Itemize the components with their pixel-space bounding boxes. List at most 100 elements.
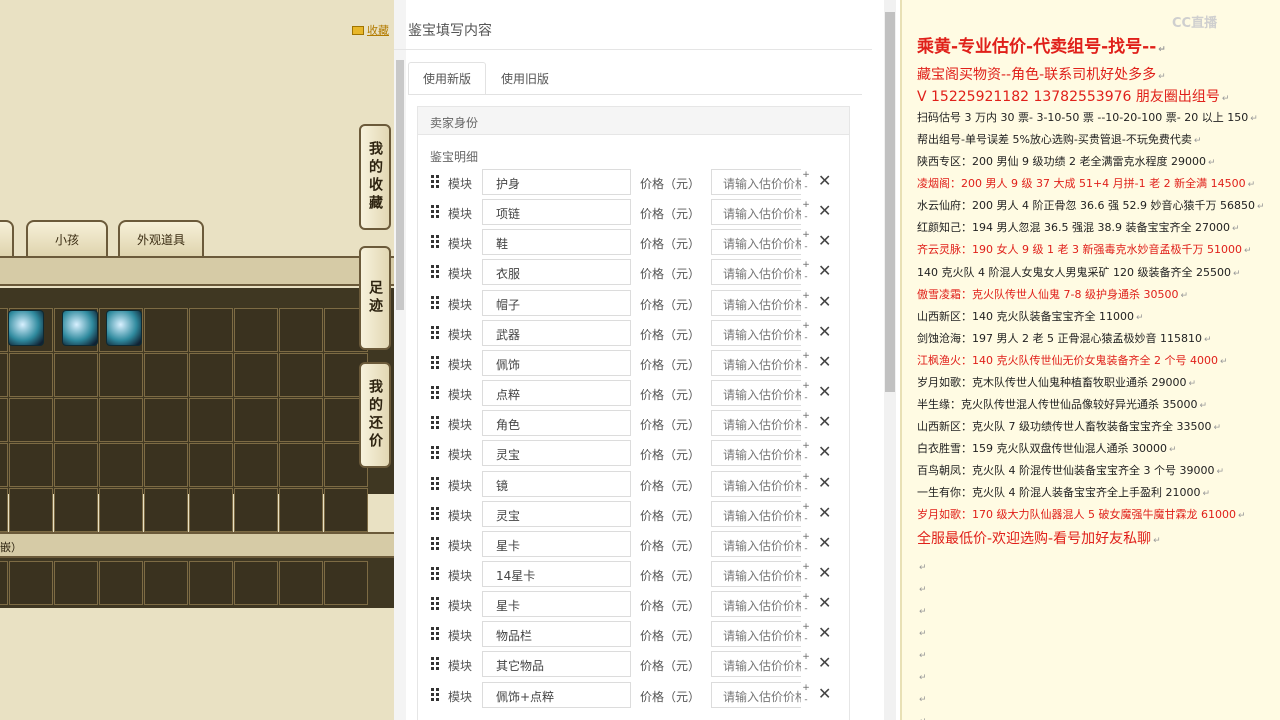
form-scrollbar[interactable] [884, 0, 896, 720]
price-input[interactable]: 请输入估价价格 [711, 440, 811, 467]
inventory-slot[interactable] [234, 398, 278, 442]
gem-slot[interactable] [279, 561, 323, 605]
drag-handle-icon[interactable] [431, 566, 441, 581]
inventory-slot[interactable] [54, 398, 98, 442]
close-icon[interactable]: ✕ [818, 653, 831, 673]
price-stepper[interactable]: + - [801, 681, 811, 708]
inventory-slot[interactable] [144, 443, 188, 487]
module-name-field[interactable]: 项链 [482, 199, 631, 226]
inventory-slot[interactable] [279, 398, 323, 442]
inventory-slot[interactable] [279, 308, 323, 352]
close-icon[interactable]: ✕ [818, 171, 831, 191]
inventory-slot[interactable] [234, 308, 278, 352]
inventory-slot[interactable] [144, 308, 188, 352]
gem-slot[interactable] [54, 561, 98, 605]
price-input[interactable]: 请输入估价价格 [711, 289, 811, 316]
crystal-item-icon[interactable] [62, 310, 98, 346]
inventory-slot[interactable] [324, 488, 368, 532]
price-stepper[interactable]: + - [801, 591, 811, 618]
inventory-slot[interactable] [279, 488, 323, 532]
price-stepper[interactable]: + - [801, 410, 811, 437]
drag-handle-icon[interactable] [431, 536, 441, 551]
price-stepper[interactable]: + - [801, 199, 811, 226]
inventory-slot[interactable] [144, 488, 188, 532]
price-input[interactable]: 请输入估价价格 [711, 681, 811, 708]
drag-handle-icon[interactable] [431, 355, 441, 370]
module-name-field[interactable]: 鞋 [482, 229, 631, 256]
inventory-slot[interactable] [189, 488, 233, 532]
module-name-field[interactable]: 护身 [482, 169, 631, 195]
inventory-slot[interactable] [9, 353, 53, 397]
price-stepper[interactable]: + - [801, 289, 811, 316]
game-tab-partial[interactable] [0, 220, 14, 256]
close-icon[interactable]: ✕ [818, 231, 831, 251]
drag-handle-icon[interactable] [431, 597, 441, 611]
price-input[interactable]: 请输入估价价格 [711, 229, 811, 256]
side-tab-my-favorites[interactable]: 我的收藏 [359, 124, 391, 230]
price-stepper[interactable]: + - [801, 500, 811, 527]
price-input[interactable]: 请输入估价价格 [711, 319, 811, 346]
inventory-slot[interactable] [234, 443, 278, 487]
inventory-slot[interactable] [279, 443, 323, 487]
drag-handle-icon[interactable] [431, 205, 441, 219]
price-input[interactable]: 请输入估价价格 [711, 380, 811, 407]
price-input[interactable]: 请输入估价价格 [711, 199, 811, 226]
price-input[interactable]: 请输入估价价格 [711, 259, 811, 286]
module-name-field[interactable]: 灵宝 [482, 500, 631, 527]
price-input[interactable]: 请输入估价价格 [711, 500, 811, 527]
module-name-field[interactable]: 星卡 [482, 530, 631, 557]
close-icon[interactable]: ✕ [818, 473, 831, 493]
price-input[interactable]: 请输入估价价格 [711, 591, 811, 618]
drag-handle-icon[interactable] [431, 325, 441, 340]
close-icon[interactable]: ✕ [818, 292, 831, 312]
drag-handle-icon[interactable] [431, 506, 441, 521]
inventory-slot[interactable] [99, 398, 143, 442]
close-icon[interactable]: ✕ [818, 563, 831, 583]
close-icon[interactable]: ✕ [818, 352, 831, 372]
price-stepper[interactable]: + - [801, 169, 811, 195]
inventory-slot[interactable] [0, 308, 8, 352]
close-icon[interactable]: ✕ [818, 684, 831, 704]
left-scrollbar-thumb[interactable] [396, 60, 404, 310]
tab-old-version[interactable]: 使用旧版 [486, 62, 564, 95]
inventory-slot[interactable] [9, 488, 53, 532]
gem-slot[interactable] [9, 561, 53, 605]
drag-handle-icon[interactable] [431, 687, 441, 702]
module-name-field[interactable]: 镜 [482, 470, 631, 497]
inventory-slot[interactable] [234, 488, 278, 532]
drag-handle-icon[interactable] [431, 446, 441, 460]
inventory-slot[interactable] [99, 443, 143, 487]
price-input[interactable]: 请输入估价价格 [711, 560, 811, 587]
module-name-field[interactable]: 衣服 [482, 259, 631, 286]
inventory-slot[interactable] [99, 353, 143, 397]
side-tab-footprint[interactable]: 足迹 [359, 246, 391, 350]
close-icon[interactable]: ✕ [818, 261, 831, 281]
gem-slot[interactable] [189, 561, 233, 605]
price-stepper[interactable]: + - [801, 349, 811, 376]
game-tab-appearance[interactable]: 外观道具 [118, 220, 204, 256]
module-name-field[interactable]: 帽子 [482, 289, 631, 316]
side-tab-my-counteroffer[interactable]: 我的还价 [359, 362, 391, 468]
gem-slot[interactable] [234, 561, 278, 605]
module-name-field[interactable]: 其它物品 [482, 651, 631, 678]
price-input[interactable]: 请输入估价价格 [711, 530, 811, 557]
price-input[interactable]: 请输入估价价格 [711, 621, 811, 648]
price-input[interactable]: 请输入估价价格 [711, 349, 811, 376]
inventory-slot[interactable] [189, 443, 233, 487]
close-icon[interactable]: ✕ [818, 382, 831, 402]
inventory-slot[interactable] [54, 443, 98, 487]
tab-new-version[interactable]: 使用新版 [408, 62, 487, 95]
price-stepper[interactable]: + - [801, 560, 811, 587]
inventory-slot[interactable] [234, 353, 278, 397]
module-name-field[interactable]: 佩饰+点粹 [482, 681, 631, 708]
close-icon[interactable]: ✕ [818, 322, 831, 342]
form-scrollbar-thumb[interactable] [885, 12, 895, 392]
price-input[interactable]: 请输入估价价格 [711, 470, 811, 497]
drag-handle-icon[interactable] [431, 416, 441, 430]
price-input[interactable]: 请输入估价价格 [711, 651, 811, 678]
close-icon[interactable]: ✕ [818, 442, 831, 462]
price-stepper[interactable]: + - [801, 229, 811, 256]
favorite-link[interactable]: 收藏 [352, 22, 389, 38]
module-name-field[interactable]: 佩饰 [482, 349, 631, 376]
inventory-slot[interactable] [144, 353, 188, 397]
